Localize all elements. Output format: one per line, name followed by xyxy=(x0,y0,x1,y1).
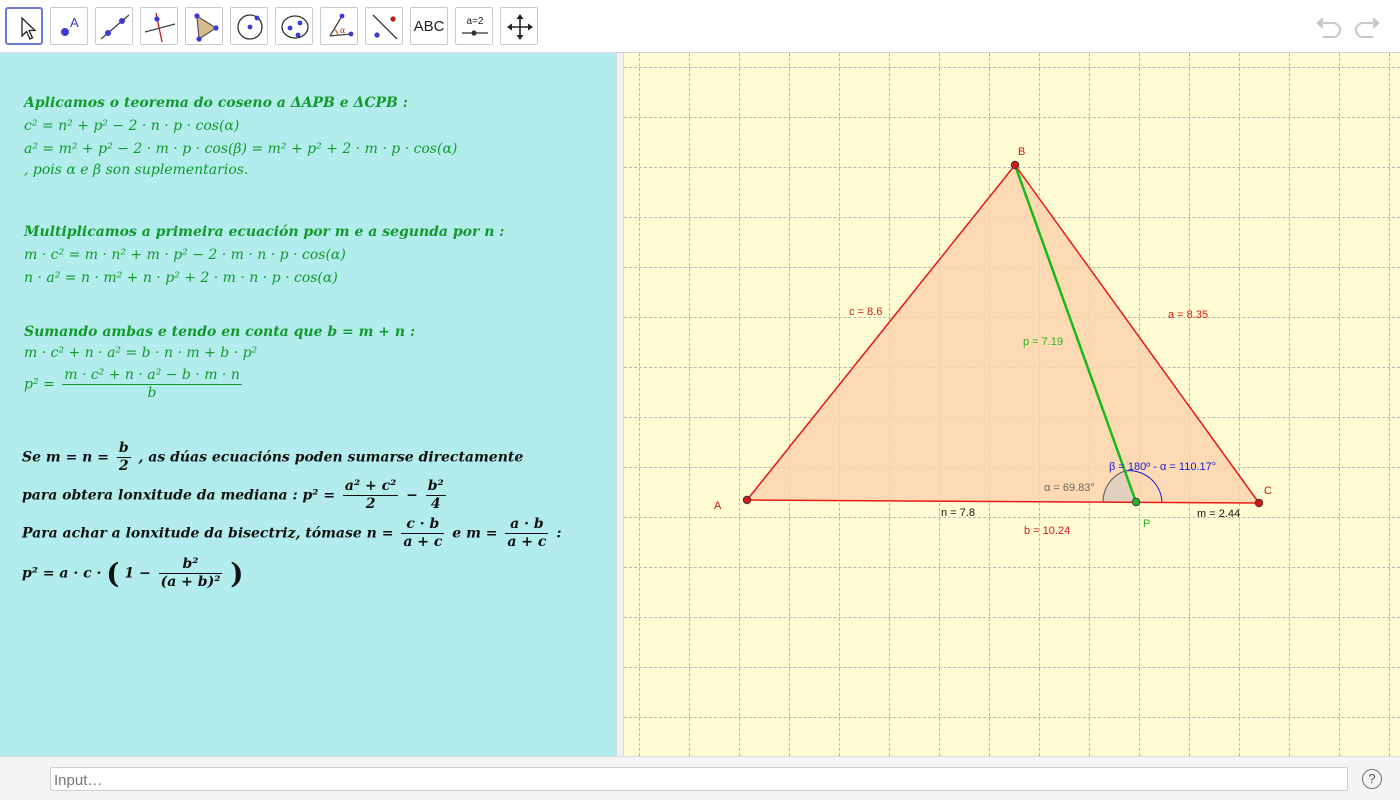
label-c-point: C xyxy=(1264,485,1272,497)
polygon-icon xyxy=(194,13,219,42)
reflect-tool-button[interactable] xyxy=(365,7,403,45)
cosine-equation-c: c² = n² + p² − 2 · n · p · cos(α) xyxy=(24,118,240,134)
move-view-tool-button[interactable] xyxy=(500,7,538,45)
supplementary-note: , pois α e β son suplementarios. xyxy=(24,162,249,178)
graphics-view[interactable]: A B C P c = 8.6 a = 8.35 p = 7.19 n = 7.… xyxy=(624,53,1400,756)
label-side-a: a = 8.35 xyxy=(1168,309,1209,321)
ellipse-tool-button[interactable] xyxy=(275,7,313,45)
svg-text:A: A xyxy=(70,15,79,30)
perpendicular-line-icon xyxy=(144,12,176,43)
move-tool-button[interactable] xyxy=(5,7,43,45)
point-c[interactable] xyxy=(1254,498,1264,508)
svg-text:α: α xyxy=(340,26,346,35)
reflect-icon xyxy=(372,14,398,40)
point-icon: A xyxy=(61,15,79,36)
toolbar: A α ABC a=2 xyxy=(0,0,1400,53)
median-condition: Se m = n = b 2 , as dúas ecuacións poden… xyxy=(22,440,524,474)
move-arrows-icon xyxy=(507,14,533,40)
line-tool-button[interactable] xyxy=(95,7,133,45)
slider-tool-button[interactable]: a=2 xyxy=(455,7,493,45)
cursor-arrow-icon xyxy=(21,16,37,40)
label-b-point: B xyxy=(1018,146,1026,158)
label-a-point: A xyxy=(714,500,722,512)
circle-center-icon xyxy=(237,14,263,40)
input-bar: ? xyxy=(0,756,1400,800)
help-icon[interactable]: ? xyxy=(1362,769,1382,789)
svg-text:a=2: a=2 xyxy=(467,16,484,27)
label-segment-n: n = 7.8 xyxy=(941,507,975,519)
label-beta: β = 180º - α = 110.17° xyxy=(1109,461,1217,473)
undo-icon[interactable] xyxy=(1313,12,1345,40)
cosine-equation-a: a² = m² + p² − 2 · m · p · cos(β) = m² +… xyxy=(24,141,458,157)
ellipse-icon xyxy=(281,15,309,39)
line-icon xyxy=(100,14,130,40)
label-segment-p: p = 7.19 xyxy=(1023,336,1064,348)
label-alpha: α = 69.83° xyxy=(1044,482,1095,494)
circle-tool-button[interactable] xyxy=(230,7,268,45)
median-formula: para obtera lonxitude da mediana : p² = … xyxy=(22,478,446,512)
command-input[interactable] xyxy=(50,767,1348,791)
text-icon: ABC xyxy=(413,17,445,35)
point-a[interactable] xyxy=(742,495,752,505)
section1-heading: Aplicamos o teorema do coseno a ΔAPB e Δ… xyxy=(24,95,408,111)
bisector-condition: Para achar a lonxitude da bisectriz, tóm… xyxy=(22,516,562,550)
text-tool-button[interactable]: ABC xyxy=(410,7,448,45)
angle-icon: α xyxy=(329,13,354,37)
section2-heading: Multiplicamos a primeira ecuación por m … xyxy=(24,224,505,240)
section3-heading: Sumando ambas e tendo en conta que b = m… xyxy=(24,324,416,340)
point-p[interactable] xyxy=(1131,497,1141,507)
stewart-formula: p² = m · c² + n · a² − b · m · n b xyxy=(24,367,242,401)
multiplied-equation-1: m · c² = m · n² + m · p² − 2 · m · n · p… xyxy=(24,247,346,263)
label-p-point: P xyxy=(1143,518,1151,530)
multiplied-equation-2: n · a² = n · m² + n · p² + 2 · m · n · p… xyxy=(24,270,338,286)
construction-canvas xyxy=(742,160,1264,508)
perpendicular-tool-button[interactable] xyxy=(140,7,178,45)
angle-tool-button[interactable]: α xyxy=(320,7,358,45)
label-side-c: c = 8.6 xyxy=(849,306,883,318)
polygon-tool-button[interactable] xyxy=(185,7,223,45)
view-splitter[interactable] xyxy=(616,53,624,756)
label-segment-m: m = 2.44 xyxy=(1197,508,1241,520)
redo-icon[interactable] xyxy=(1351,12,1383,40)
bisector-formula: p² = a · c · ( 1 − b² (a + b)² ) xyxy=(22,556,244,590)
triangle-abc[interactable] xyxy=(747,165,1259,503)
stewart-fraction: m · c² + n · a² − b · m · n b xyxy=(62,367,242,401)
point-b[interactable] xyxy=(1010,160,1020,170)
point-tool-button[interactable]: A xyxy=(50,7,88,45)
text-panel: Aplicamos o teorema do coseno a ΔAPB e Δ… xyxy=(0,53,616,756)
summed-equation: m · c² + n · a² = b · n · m + b · p² xyxy=(24,345,258,361)
slider-icon: a=2 xyxy=(462,16,488,36)
label-side-b: b = 10.24 xyxy=(1024,525,1071,537)
